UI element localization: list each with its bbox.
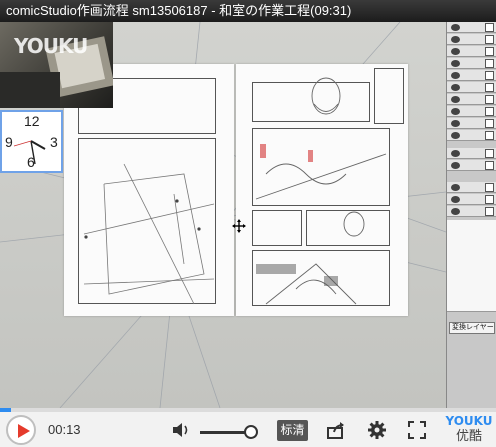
layer-row[interactable] [447,130,496,141]
layer-thumb [485,119,494,128]
layer-row[interactable] [447,118,496,129]
eye-icon[interactable] [451,184,460,191]
video-frame[interactable]: YOUKU 12 3 6 9 変換レイヤー [0,22,496,408]
eye-icon[interactable] [451,196,460,203]
layer-row[interactable] [447,34,496,45]
layer-row[interactable] [447,58,496,69]
layer-thumb [485,195,494,204]
eye-icon[interactable] [451,48,460,55]
layer-row[interactable] [447,160,496,171]
layer-thumb [485,83,494,92]
fullscreen-icon[interactable] [407,420,427,440]
youku-logo: YOUKU [14,34,88,58]
layer-row[interactable] [447,148,496,159]
layer-row[interactable] [447,206,496,217]
quality-button[interactable]: 标清 [277,420,308,441]
eye-icon[interactable] [451,72,460,79]
layer-thumb [485,107,494,116]
gear-icon[interactable] [367,420,387,440]
share-icon[interactable] [326,420,346,440]
layer-palette: 変換レイヤー [446,22,496,408]
youku-brand[interactable]: YOUKU 优酷 [444,415,494,444]
layer-row[interactable] [447,70,496,81]
layer-list-empty [447,220,496,312]
layer-thumb [485,183,494,192]
brand-name: 优酷 [455,428,482,443]
volume-knob[interactable] [244,425,258,439]
eye-icon[interactable] [451,24,460,31]
eye-icon[interactable] [451,132,460,139]
eye-icon[interactable] [451,150,460,157]
volume-icon[interactable] [171,421,191,439]
play-button[interactable] [6,415,36,445]
right-manga-page [236,64,408,316]
layer-thumb [485,161,494,170]
layer-thumb [485,35,494,44]
layer-thumb [485,59,494,68]
palette-status: 変換レイヤー [449,322,495,334]
layer-thumb [485,149,494,158]
layer-row[interactable] [447,82,496,93]
brand-logo: YOUKU [445,414,493,428]
volume-track[interactable] [200,431,250,434]
video-title: comicStudio作画流程 sm13506187 - 和室の作業工程(09:… [0,0,496,22]
right-page-sketch [255,77,387,305]
layer-thumb [485,71,494,80]
clock-hands [13,140,46,165]
layer-thumb [485,23,494,32]
current-time: 00:13 [48,422,81,437]
eye-icon[interactable] [451,36,460,43]
layer-thumb [485,47,494,56]
layer-row[interactable] [447,106,496,117]
eye-icon[interactable] [451,120,460,127]
layer-row[interactable] [447,22,496,33]
move-cursor-icon [232,219,246,233]
eye-icon[interactable] [451,108,460,115]
eye-icon[interactable] [451,208,460,215]
layer-row[interactable] [447,182,496,193]
eye-icon[interactable] [451,84,460,91]
eye-icon[interactable] [451,96,460,103]
youku-watermark-thumb: YOUKU [0,22,113,108]
layer-thumb [485,95,494,104]
layer-row[interactable] [447,194,496,205]
comic-studio-canvas: YOUKU 12 3 6 9 [0,22,446,408]
layer-row[interactable] [447,46,496,57]
layer-row[interactable] [447,94,496,105]
layer-thumb [485,131,494,140]
analog-clock: 12 3 6 9 [0,110,63,173]
player-controls: 00:13 标清 YOUKU 优酷 [0,412,496,447]
layer-thumb [485,207,494,216]
eye-icon[interactable] [451,162,460,169]
eye-icon[interactable] [451,60,460,67]
